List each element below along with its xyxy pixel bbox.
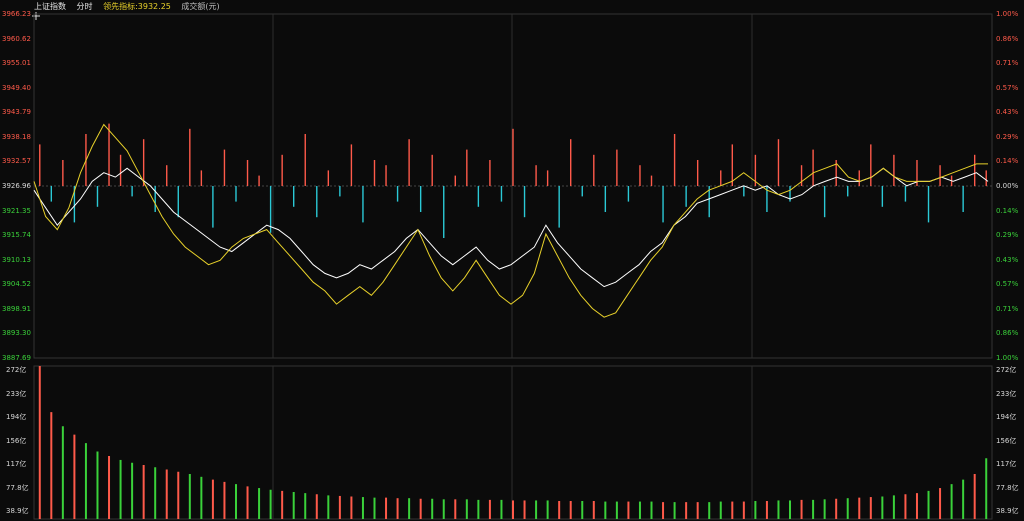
pct-axis-label: 0.71% xyxy=(996,59,1019,68)
volume-axis-label: 233亿 xyxy=(996,389,1017,398)
volume-axis-label: 272亿 xyxy=(996,366,1017,374)
price-axis-label: 3938.18 xyxy=(2,132,31,141)
pct-axis-label: 0.14% xyxy=(996,206,1019,215)
price-axis-label: 3966.23 xyxy=(2,10,31,18)
leading-indicator-line xyxy=(33,123,988,318)
pct-axis-label: 0.00% xyxy=(996,182,1019,190)
pct-axis-label: 0.86% xyxy=(996,34,1019,43)
price-axis-label: 3955.01 xyxy=(2,59,31,68)
volume-axis-label: 77.8亿 xyxy=(996,483,1019,492)
pct-axis-label: 1.00% xyxy=(996,10,1019,18)
pct-axis-label: 0.14% xyxy=(996,157,1019,166)
volume-axis-label: 117亿 xyxy=(6,460,27,468)
price-axis-label: 3915.74 xyxy=(2,231,31,240)
price-axis-label: 3921.35 xyxy=(2,206,31,215)
pct-axis-label: 0.71% xyxy=(996,304,1019,313)
volume-axis-label: 194亿 xyxy=(996,413,1017,421)
price-volume-plot[interactable] xyxy=(0,0,1024,521)
price-axis-label: 3926.96 xyxy=(2,182,31,190)
volume-axis-label: 38.9亿 xyxy=(6,507,29,515)
volume-axis-label: 272亿 xyxy=(6,366,27,374)
volume-axis-label: 156亿 xyxy=(6,436,27,445)
pct-axis-label: 0.43% xyxy=(996,108,1019,117)
price-axis-label: 3898.91 xyxy=(2,304,31,313)
price-axis-label: 3887.69 xyxy=(2,354,31,362)
volume-axis-label: 194亿 xyxy=(6,413,27,421)
price-axis-label: 3932.57 xyxy=(2,157,31,166)
price-axis-label: 3904.52 xyxy=(2,280,31,289)
pct-axis-label: 0.86% xyxy=(996,329,1019,338)
price-axis-label: 3910.13 xyxy=(2,255,31,264)
pct-axis-label: 0.57% xyxy=(996,280,1019,289)
price-axis-label: 3943.79 xyxy=(2,108,31,117)
volume-axis-label: 156亿 xyxy=(996,436,1017,445)
pct-axis-label: 0.29% xyxy=(996,132,1019,141)
time-sharing-chart[interactable]: 上证指数 分时 领先指标:3932.25 成交额(元) 3966.23 3960.… xyxy=(0,0,1024,521)
volume-axis-label: 77.8亿 xyxy=(6,483,29,492)
pct-axis-label: 0.57% xyxy=(996,83,1019,92)
pct-axis-label: 1.00% xyxy=(996,354,1019,362)
volume-axis-label: 117亿 xyxy=(996,460,1017,468)
pct-axis-label: 0.29% xyxy=(996,231,1019,240)
volume-axis-label: 233亿 xyxy=(6,389,27,398)
pct-axis-label: 0.43% xyxy=(996,255,1019,264)
price-axis-label: 3960.62 xyxy=(2,34,31,43)
volume-axis-label: 38.9亿 xyxy=(996,507,1019,515)
price-axis-label: 3949.40 xyxy=(2,83,31,92)
price-axis-label: 3893.30 xyxy=(2,329,31,338)
